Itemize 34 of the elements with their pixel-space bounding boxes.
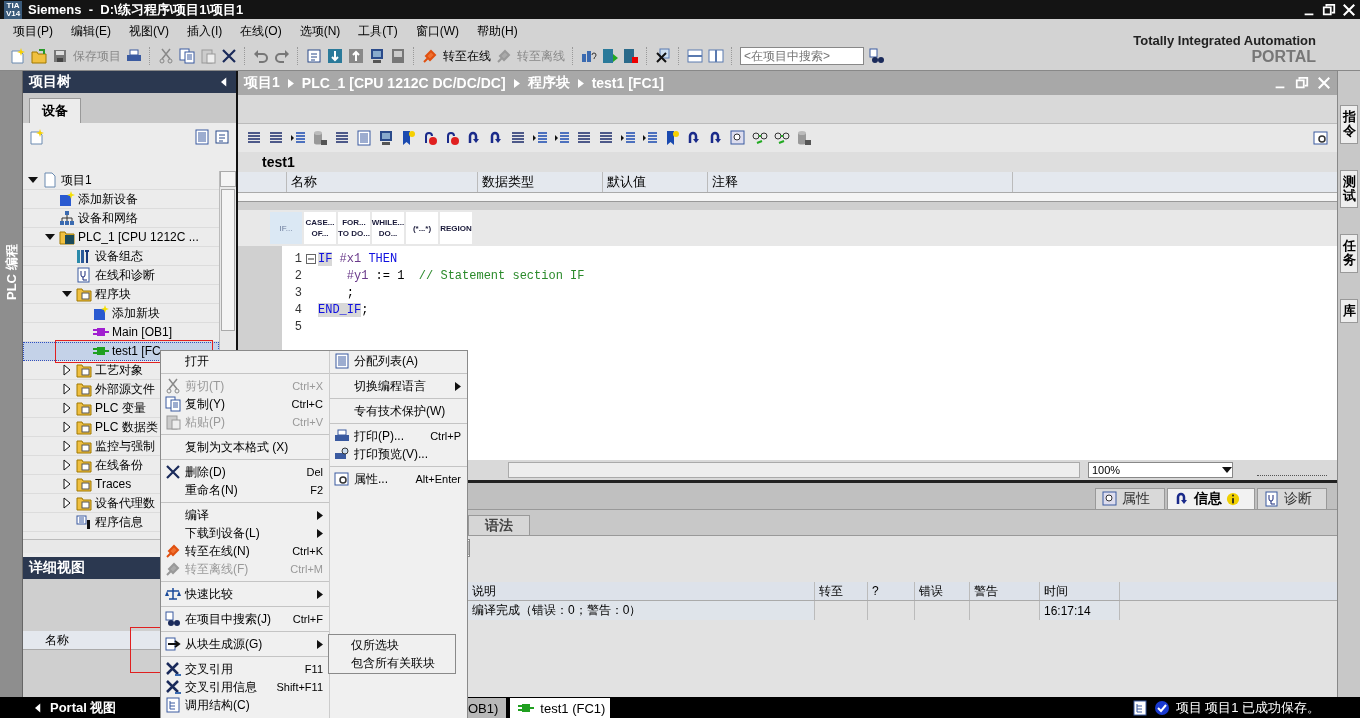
window-title: Siemens - D:\练习程序\项目1\项目1 <box>28 0 245 19</box>
column-header: 名称 <box>287 172 478 192</box>
line-number: 3 <box>293 285 303 300</box>
column-header: 警告 <box>970 582 1040 600</box>
code-token: // Statement section IF <box>418 268 585 283</box>
line-number: 1 <box>293 251 303 266</box>
brand-title: Totally Integrated Automation <box>1133 33 1316 48</box>
column-header: 数据类型 <box>478 172 603 192</box>
status-message: 项目 项目1 已成功保存。 <box>1175 699 1320 717</box>
code-token: IF <box>318 251 333 266</box>
brand-portal: PORTAL <box>1251 48 1316 66</box>
column-header: ? <box>868 582 915 600</box>
code-token: #y1 <box>345 268 370 283</box>
block-title: test1 <box>262 154 295 170</box>
column-header: 名称 <box>45 631 69 649</box>
table-cell: 16:17:14 <box>1040 601 1120 620</box>
code-token: ; <box>345 285 354 300</box>
column-header: 注释 <box>708 172 1013 192</box>
panel-title: 详细视图 <box>29 559 85 577</box>
line-number: 5 <box>293 319 303 334</box>
code-token: THEN <box>368 251 398 266</box>
code-token: := 1 <box>375 268 406 283</box>
line-number: 4 <box>293 302 303 317</box>
code-token: ; <box>361 302 369 317</box>
code-token: END_IF <box>318 302 362 317</box>
column-header: 错误 <box>915 582 970 600</box>
line-number: 2 <box>293 268 303 283</box>
column-header: 转至 <box>815 582 868 600</box>
code-token: #x1 <box>338 251 363 266</box>
app-logo: TIA V14 <box>4 0 22 19</box>
panel-title: 项目树 <box>29 73 71 91</box>
table-cell: 编译完成（错误：0；警告：0） <box>468 601 815 620</box>
column-header: 默认值 <box>603 172 708 192</box>
column-header: 时间 <box>1040 582 1120 600</box>
